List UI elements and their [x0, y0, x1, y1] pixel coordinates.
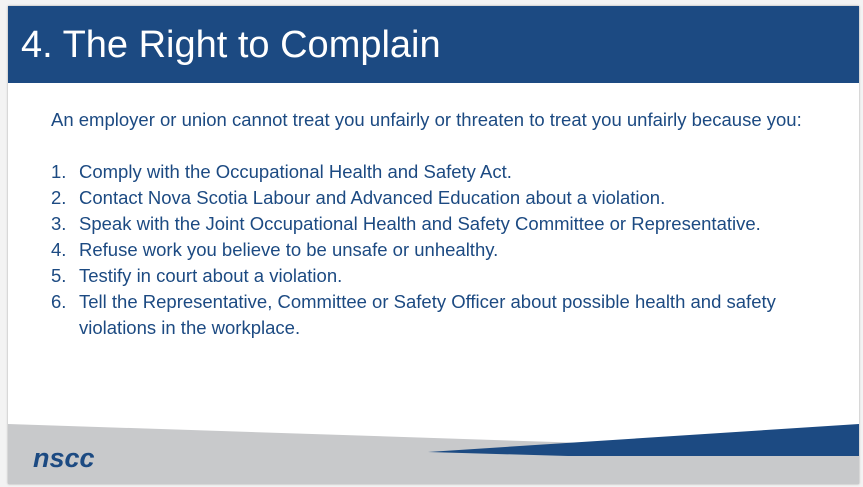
- item-number: 6.: [51, 291, 67, 312]
- item-text: Contact Nova Scotia Labour and Advanced …: [79, 187, 666, 208]
- item-number: 4.: [51, 239, 67, 260]
- list-item: 4. Refuse work you believe to be unsafe o…: [51, 237, 831, 263]
- list-item: 3. Speak with the Joint Occupational Heal…: [51, 211, 831, 237]
- item-text: Tell the Representative, Committee or Sa…: [79, 291, 776, 338]
- footer-band: [8, 424, 859, 484]
- item-text: Comply with the Occupational Health and …: [79, 161, 512, 182]
- list-item: 2. Contact Nova Scotia Labour and Advance…: [51, 185, 831, 211]
- intro-text: An employer or union cannot treat you un…: [51, 109, 802, 130]
- item-number: 3.: [51, 213, 67, 234]
- nscc-logo: nscc: [33, 443, 95, 473]
- list-item: 1. Comply with the Occupational Health an…: [51, 159, 831, 185]
- rights-list: 1. Comply with the Occupational Health an…: [51, 159, 831, 341]
- item-text: Speak with the Joint Occupational Health…: [79, 213, 761, 234]
- slide: 4. The Right to Complain An employer or …: [8, 6, 859, 484]
- slide-viewer: 4. The Right to Complain An employer or …: [0, 0, 863, 487]
- item-number: 1.: [51, 161, 67, 182]
- slide-body: An employer or union cannot treat you un…: [51, 107, 831, 341]
- title-bar: 4. The Right to Complain: [8, 6, 859, 83]
- slide-title: 4. The Right to Complain: [21, 24, 441, 66]
- item-number: 2.: [51, 187, 67, 208]
- list-item: 6. Tell the Representative, Committee or …: [51, 289, 831, 341]
- list-item: 5. Testify in court about a violation.: [51, 263, 831, 289]
- item-number: 5.: [51, 265, 67, 286]
- item-text: Refuse work you believe to be unsafe or …: [79, 239, 499, 260]
- item-text: Testify in court about a violation.: [79, 265, 343, 286]
